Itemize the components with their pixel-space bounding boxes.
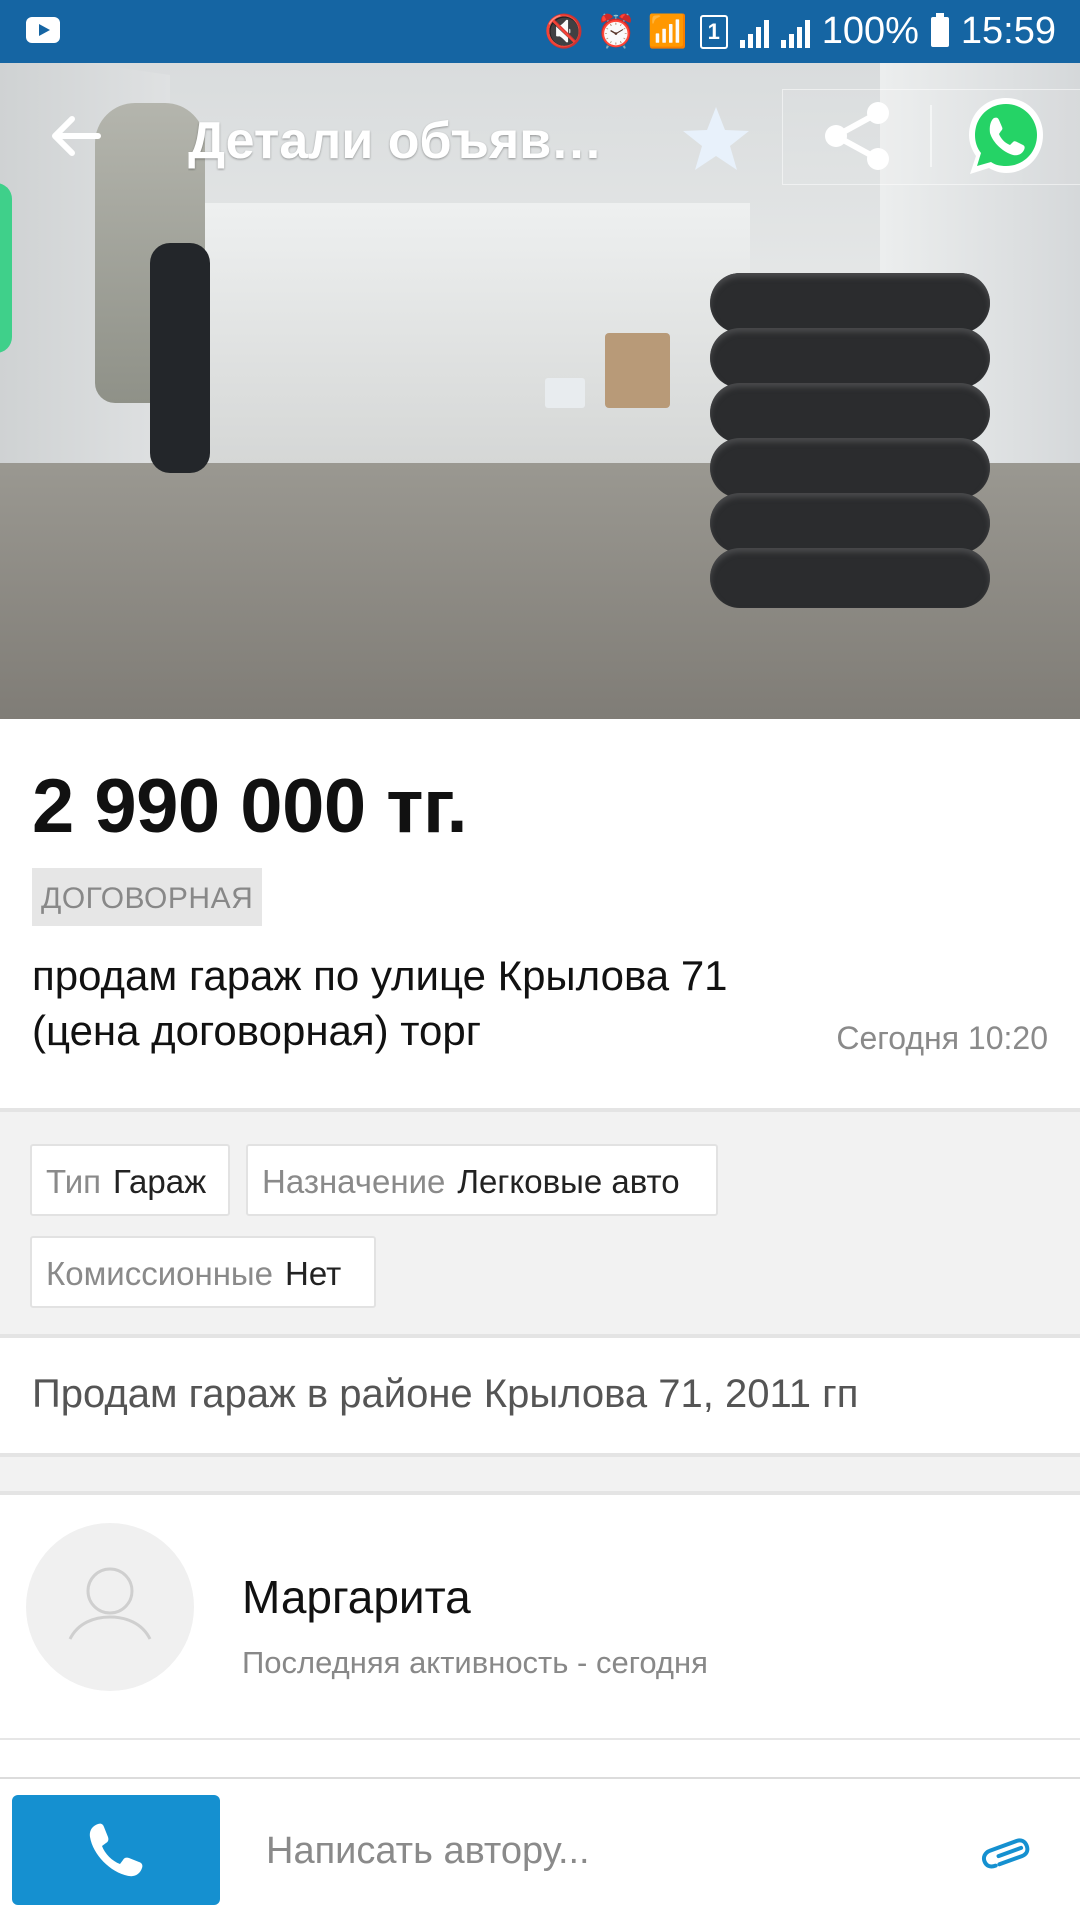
- author-activity: Последняя активность - сегодня: [242, 1645, 708, 1680]
- listing-params: Тип Гараж Назначение Легковые авто Комисси…: [0, 1108, 1080, 1338]
- status-icons: 🔇 ⏰ 📶 1 100% 15:59: [544, 0, 1056, 63]
- photo-tires: [710, 273, 990, 653]
- call-button[interactable]: [12, 1795, 220, 1905]
- share-icon[interactable]: [820, 99, 894, 173]
- photo-box: [605, 333, 670, 408]
- param-chip-type: Тип Гараж: [30, 1144, 230, 1216]
- listing-price: 2 990 000 тг.: [32, 764, 468, 849]
- action-divider: [930, 105, 932, 167]
- page-title: Детали объявл…: [188, 112, 608, 170]
- bottom-bar: [0, 1777, 1080, 1922]
- negotiable-badge: ДОГОВОРНАЯ: [32, 868, 263, 926]
- listing-title: продам гараж по улице Крылова 71 (цена д…: [32, 952, 728, 1054]
- whatsapp-icon[interactable]: [963, 93, 1049, 179]
- listing-description: Продам гараж в районе Крылова 71, 2011 г…: [32, 1372, 859, 1416]
- param-value: Нет: [285, 1255, 342, 1292]
- signal-2-icon: [780, 16, 810, 48]
- mute-vibrate-icon: 🔇: [544, 13, 585, 49]
- photo-jacket: [150, 243, 210, 473]
- param-value: Гараж: [113, 1163, 207, 1200]
- user-placeholder-icon: [68, 1567, 152, 1640]
- author-divider: [0, 1738, 1080, 1740]
- paperclip-icon[interactable]: [978, 1831, 1036, 1873]
- param-key: Комиссионные: [46, 1255, 274, 1292]
- star-icon[interactable]: [680, 103, 752, 175]
- param-key: Тип: [46, 1163, 102, 1200]
- sim-slot-icon: 1: [699, 14, 728, 49]
- alarm-icon: ⏰: [596, 13, 636, 49]
- param-value: Легковые авто: [457, 1163, 680, 1200]
- listing-date: Сегодня 10:20: [836, 1020, 1048, 1056]
- phone-icon: [89, 1823, 143, 1877]
- youtube-icon: [26, 17, 60, 43]
- photo-bucket: [545, 378, 585, 408]
- param-key: Назначение: [262, 1163, 446, 1200]
- app-bar: Детали объявл…: [0, 63, 1080, 211]
- back-arrow-icon[interactable]: [40, 101, 110, 171]
- battery-icon: [930, 12, 949, 47]
- avatar[interactable]: [26, 1523, 194, 1691]
- signal-icon: [739, 16, 769, 48]
- message-input[interactable]: [264, 1815, 968, 1887]
- wifi-icon: 📶: [647, 13, 688, 49]
- section-divider: [0, 1453, 1080, 1495]
- battery-percent: 100%: [821, 10, 919, 52]
- status-bar: 🔇 ⏰ 📶 1 100% 15:59: [0, 0, 1080, 63]
- clock: 15:59: [960, 10, 1056, 52]
- param-chip-purpose: Назначение Легковые авто: [246, 1144, 718, 1216]
- param-chip-commission: Комиссионные Нет: [30, 1236, 376, 1308]
- author-name[interactable]: Маргарита: [242, 1570, 471, 1624]
